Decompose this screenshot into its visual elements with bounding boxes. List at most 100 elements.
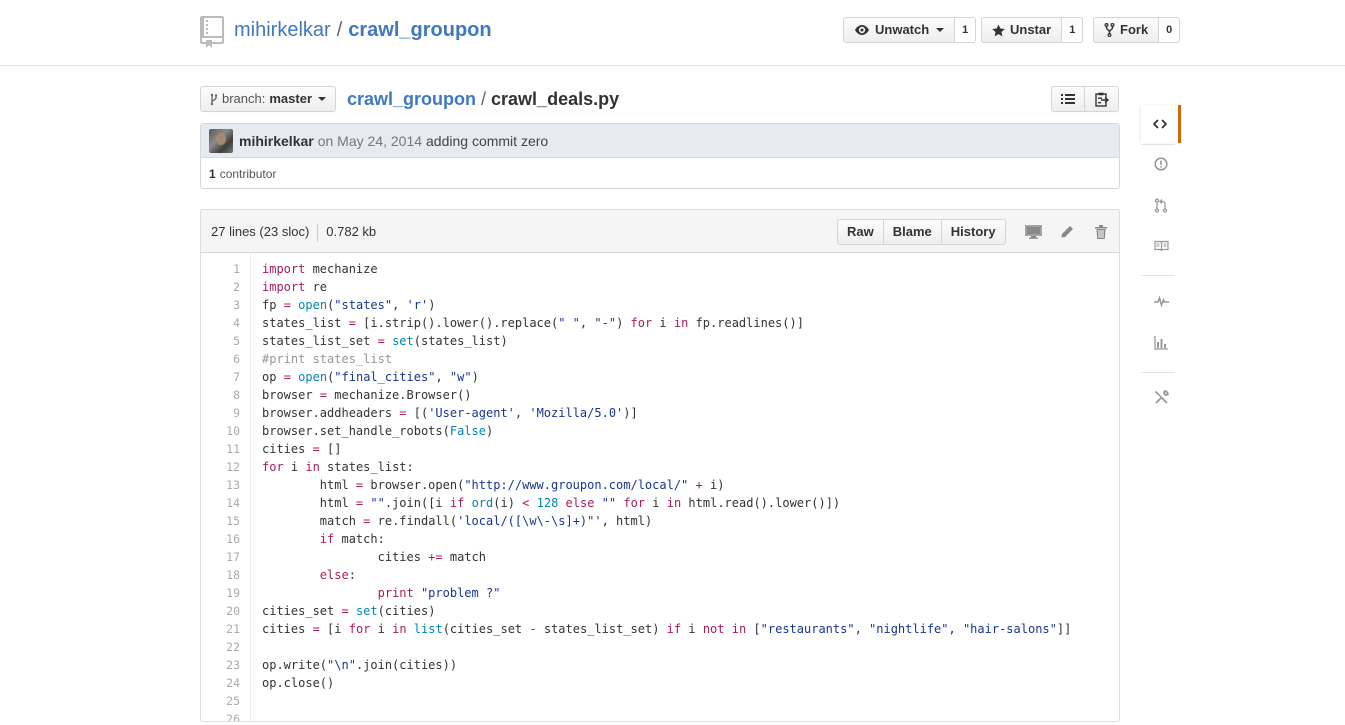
line-number[interactable]: 11 <box>201 440 251 458</box>
line-code: cities_set = set(cities) <box>262 604 436 618</box>
nav-issues[interactable] <box>1141 145 1181 183</box>
fork-count[interactable]: 0 <box>1159 17 1181 43</box>
code-icon <box>1152 119 1167 129</box>
code-line: 12 for i in states_list: <box>201 458 1119 476</box>
copy-path-button[interactable] <box>1085 86 1119 112</box>
repo-icon <box>200 16 224 48</box>
line-number[interactable]: 5 <box>201 332 251 350</box>
branch-name: master <box>269 91 313 106</box>
line-number[interactable]: 1 <box>201 260 251 278</box>
avatar[interactable] <box>209 128 233 153</box>
line-code: import mechanize <box>262 262 378 276</box>
line-number[interactable]: 17 <box>201 548 251 566</box>
repo-title: mihirkelkar / crawl_groupon <box>234 17 492 43</box>
repo-owner-link[interactable]: mihirkelkar <box>234 19 331 41</box>
line-number[interactable]: 13 <box>201 476 251 494</box>
open-desktop-button[interactable] <box>1023 222 1043 242</box>
line-code: cities += match <box>262 550 486 564</box>
history-button[interactable]: History <box>941 219 1006 245</box>
line-code <box>251 638 262 656</box>
line-number[interactable]: 19 <box>201 584 251 602</box>
line-number[interactable]: 16 <box>201 530 251 548</box>
commit-message-link[interactable]: adding commit zero <box>426 133 548 149</box>
line-number[interactable]: 10 <box>201 422 251 440</box>
fork-group: Fork 0 <box>1093 17 1181 43</box>
branch-select-button[interactable]: branch: master <box>200 86 337 112</box>
delete-file-button[interactable] <box>1091 222 1111 242</box>
line-number[interactable]: 8 <box>201 386 251 404</box>
branch-prefix: branch: <box>222 91 266 106</box>
unstar-label: Unstar <box>1010 22 1052 37</box>
code-line: 7 op = open("final_cities", "w") <box>201 368 1119 386</box>
pull-request-icon <box>1154 197 1168 213</box>
book-icon <box>1153 240 1169 252</box>
repo-name-link[interactable]: crawl_groupon <box>348 19 491 41</box>
line-number[interactable]: 2 <box>201 278 251 296</box>
raw-button[interactable]: Raw <box>837 219 884 245</box>
nav-pulse[interactable] <box>1141 282 1181 320</box>
list-icon <box>1061 94 1075 104</box>
code-line: 6 #print states_list <box>201 350 1119 368</box>
repo-title-separator: / <box>336 19 343 41</box>
chevron-down-icon <box>936 28 945 32</box>
nav-settings[interactable] <box>1141 378 1181 416</box>
line-number[interactable]: 4 <box>201 314 251 332</box>
nav-pull-requests[interactable] <box>1141 186 1181 224</box>
star-group: Unstar 1 <box>981 17 1084 43</box>
line-number[interactable]: 25 <box>201 692 251 710</box>
fork-icon <box>1104 23 1115 37</box>
code-line: 18 else: <box>201 566 1119 584</box>
line-number[interactable]: 3 <box>201 296 251 314</box>
line-code: else: <box>319 568 356 582</box>
line-number[interactable]: 26 <box>201 710 251 721</box>
device-desktop-icon <box>1024 225 1042 239</box>
unwatch-label: Unwatch <box>875 22 930 37</box>
nav-code[interactable] <box>1141 105 1181 143</box>
line-number[interactable]: 23 <box>201 656 251 674</box>
line-code: cities = [i for i in list(cities_set - s… <box>262 622 1072 636</box>
unstar-button[interactable]: Unstar <box>981 17 1063 43</box>
code-line: 19 print "problem ?" <box>201 584 1119 602</box>
line-code: cities = [] <box>262 442 342 456</box>
find-file-button[interactable] <box>1051 86 1085 112</box>
breadcrumb: crawl_groupon / crawl_deals.py <box>347 86 619 112</box>
line-number[interactable]: 20 <box>201 602 251 620</box>
watch-count[interactable]: 1 <box>955 17 977 43</box>
code-line: 1 import mechanize <box>201 260 1119 278</box>
line-number[interactable]: 7 <box>201 368 251 386</box>
contributors-summary: 1 contributor <box>201 158 1119 189</box>
nav-graphs[interactable] <box>1141 324 1181 362</box>
line-number[interactable]: 12 <box>201 458 251 476</box>
code-line: 3 fp = open("states", 'r') <box>201 296 1119 314</box>
line-number[interactable]: 18 <box>201 566 251 584</box>
line-number[interactable]: 9 <box>201 404 251 422</box>
blame-button[interactable]: Blame <box>883 219 942 245</box>
unwatch-button[interactable]: Unwatch <box>843 17 956 43</box>
tools-icon <box>1154 389 1169 404</box>
commit-date: on May 24, 2014 <box>317 132 423 149</box>
breadcrumb-repo-link[interactable]: crawl_groupon <box>347 89 476 109</box>
line-number[interactable]: 14 <box>201 494 251 512</box>
contributor-label: contributor <box>219 166 277 181</box>
clippy-icon <box>1094 92 1109 107</box>
code-line: 22 <box>201 638 1119 656</box>
line-number[interactable]: 21 <box>201 620 251 638</box>
code-line: 9 browser.addheaders = [('User-agent', 'M… <box>201 404 1119 422</box>
file-size: 0.782 kb <box>326 224 377 239</box>
edit-file-button[interactable] <box>1057 222 1077 242</box>
code-line: 4 states_list = [i.strip().lower().replac… <box>201 314 1119 332</box>
line-code: html = "".join([i if ord(i) < 128 else "… <box>262 496 841 510</box>
commit-author-link[interactable]: mihirkelkar <box>239 133 314 149</box>
line-number[interactable]: 6 <box>201 350 251 368</box>
fork-button[interactable]: Fork <box>1093 17 1160 43</box>
code-line: 8 browser = mechanize.Browser() <box>201 386 1119 404</box>
line-number[interactable]: 15 <box>201 512 251 530</box>
line-number[interactable]: 24 <box>201 674 251 692</box>
line-code: states_list = [i.strip().lower().replace… <box>262 316 804 330</box>
commit-meta: mihirkelkar on May 24, 2014 adding commi… <box>201 124 1119 158</box>
line-code: browser = mechanize.Browser() <box>262 388 472 402</box>
repo-nav-sidebar <box>1141 103 1181 433</box>
nav-wiki[interactable] <box>1141 227 1181 265</box>
line-number[interactable]: 22 <box>201 638 251 656</box>
star-count[interactable]: 1 <box>1062 17 1084 43</box>
